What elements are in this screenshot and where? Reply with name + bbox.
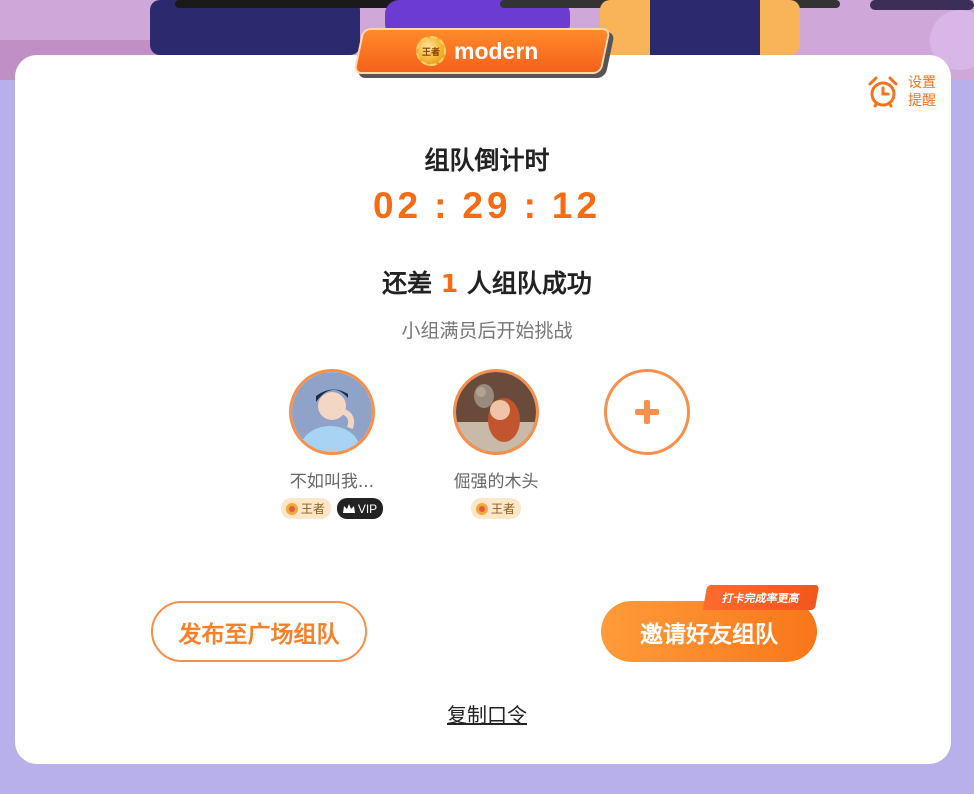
reminder-label: 设置提醒 (908, 75, 936, 109)
member-name: 不如叫我... (289, 472, 375, 492)
vip-badge-label: VIP (357, 501, 378, 516)
member-slot[interactable]: 不如叫我... 王者 VIP (262, 369, 402, 519)
countdown-seconds: 12 (551, 185, 602, 226)
badge-label: modern (454, 37, 539, 64)
member-slot[interactable]: 倔强的木头 王者 (426, 369, 566, 519)
countdown-title: 组队倒计时 (424, 146, 550, 175)
countdown-separator: : (434, 185, 451, 226)
rank-badge: 王者 (280, 498, 331, 519)
mode-badge: 王者 modern (353, 26, 615, 80)
countdown-hours: 02 (372, 185, 423, 226)
alarm-clock-icon (868, 76, 898, 108)
member-name: 倔强的木头 (453, 472, 539, 492)
rank-badge-label: 王者 (490, 502, 515, 516)
team-status-prefix: 还差 (382, 269, 433, 298)
copy-command-label[interactable]: 复制口令 (447, 703, 527, 727)
countdown-timer: 02:29:12 (0, 185, 974, 227)
medal-icon (475, 502, 488, 515)
rank-badge-label: 王者 (300, 502, 325, 516)
add-member-button[interactable] (604, 369, 690, 455)
team-subtitle: 小组满员后开始挑战 (401, 320, 573, 342)
plus-icon (635, 400, 659, 424)
set-reminder-button[interactable]: 设置提醒 (866, 74, 942, 110)
countdown-separator: : (523, 185, 540, 226)
copy-command-link[interactable]: 复制口令 (0, 699, 974, 728)
avatar-image (292, 372, 372, 452)
team-status: 还差 1 人组队成功 (0, 264, 974, 300)
countdown-minutes: 29 (462, 185, 512, 226)
avatar-image (456, 372, 536, 452)
medal-icon: 王者 (416, 36, 446, 66)
team-status-suffix: 人组队成功 (466, 269, 592, 298)
rank-badge: 王者 (470, 498, 521, 519)
publish-to-square-button[interactable]: 发布至广场组队 (151, 601, 367, 662)
remaining-count: 1 (440, 269, 459, 298)
invite-friends-button[interactable]: 邀请好友组队 (601, 601, 817, 662)
invite-hint-badge: 打卡完成率更高 (702, 585, 820, 610)
crown-icon (342, 503, 355, 513)
vip-badge: VIP (336, 498, 384, 519)
medal-icon (285, 502, 298, 515)
avatar[interactable] (289, 369, 375, 455)
avatar[interactable] (453, 369, 539, 455)
